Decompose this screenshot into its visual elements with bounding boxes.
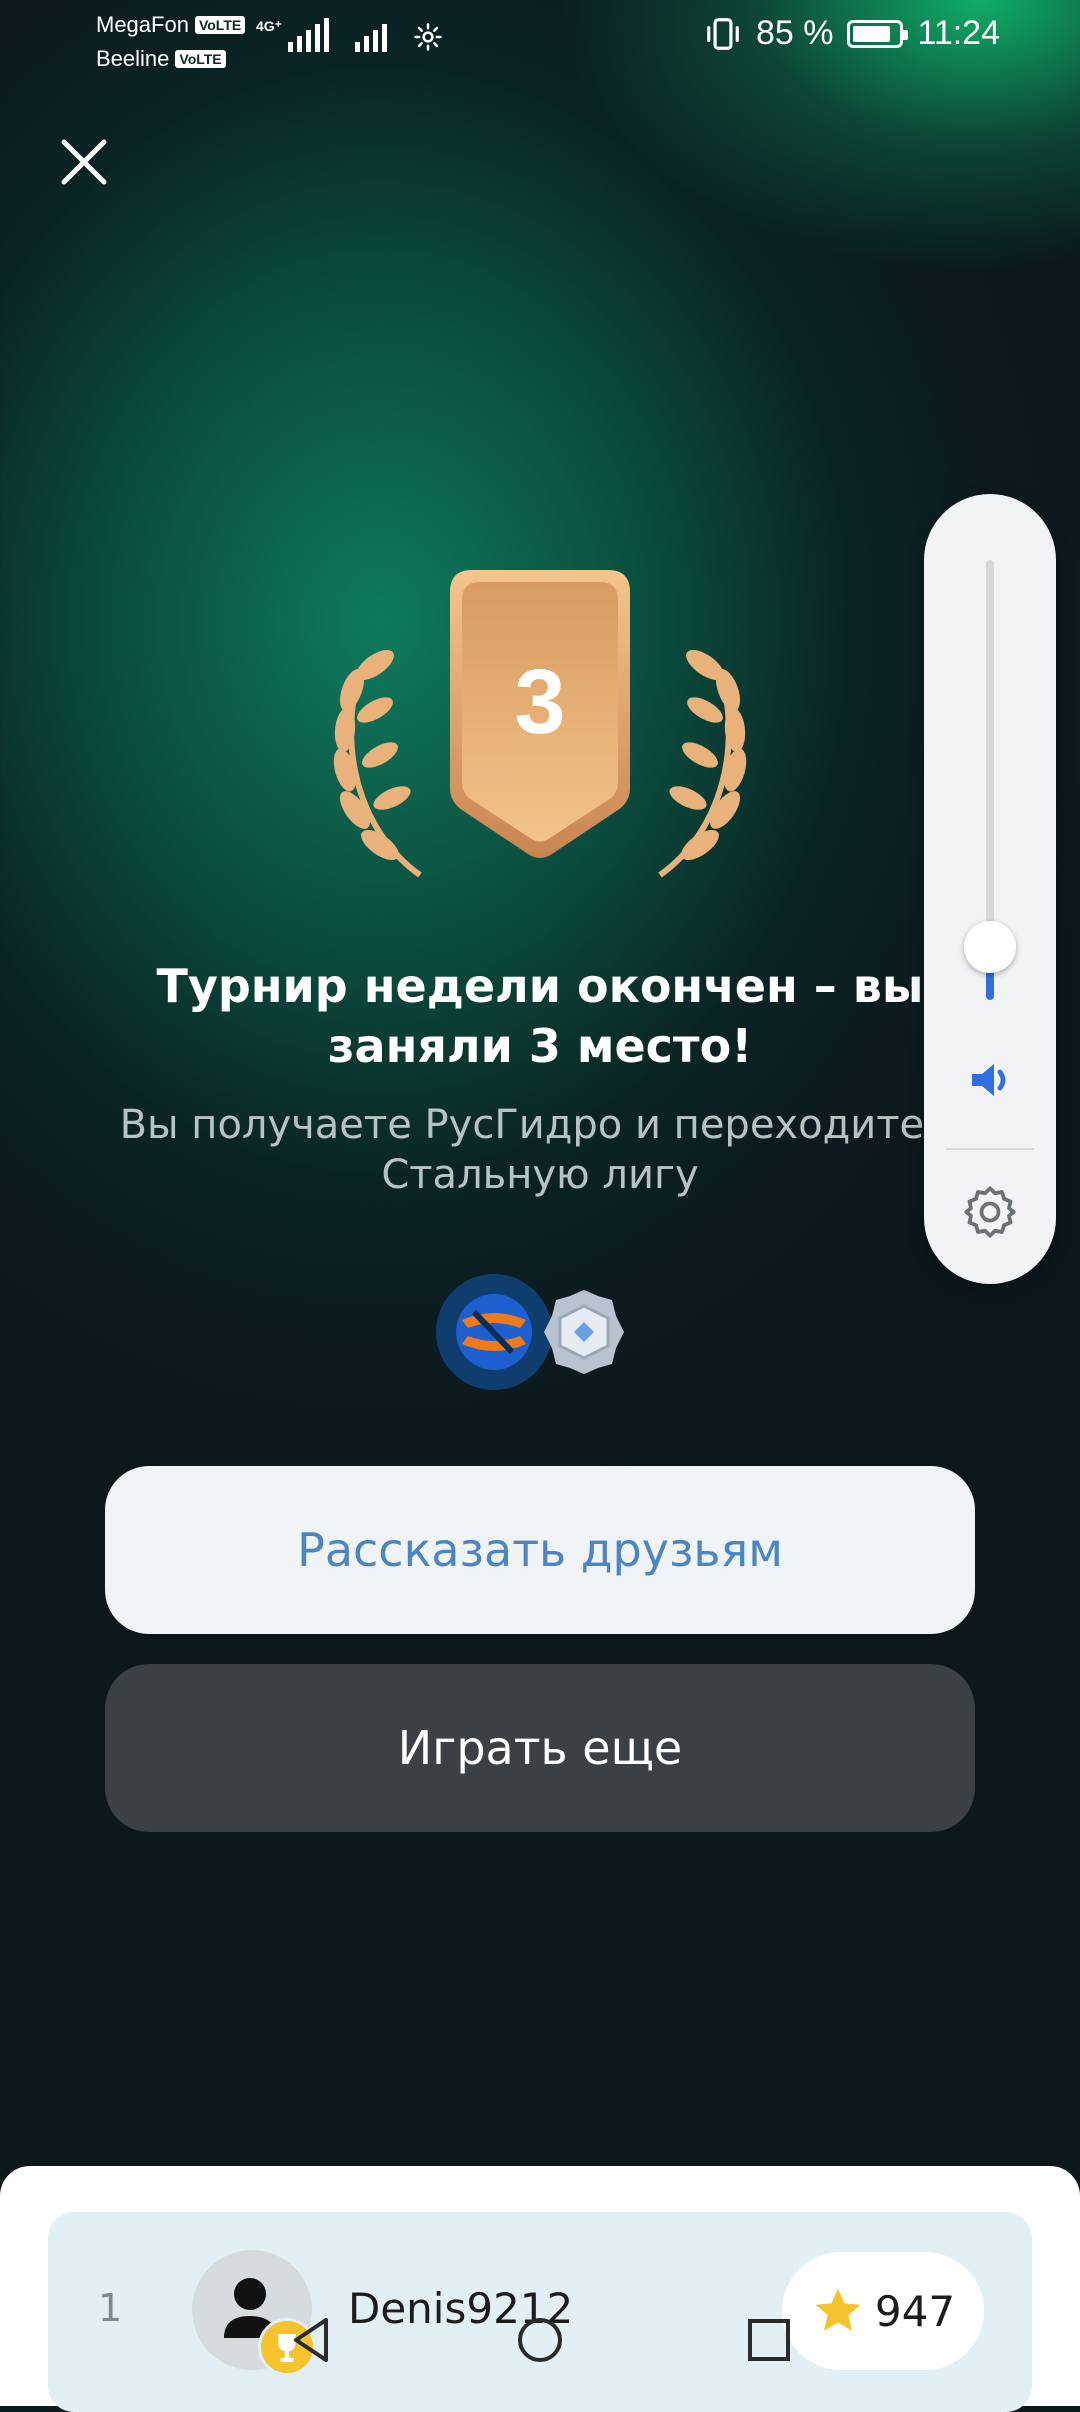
carrier-1: MegaFon VoLTE (96, 8, 246, 42)
vibrate-icon (707, 17, 739, 50)
carrier-2: Beeline VoLTE (96, 42, 245, 76)
score-pill: 947 (782, 2252, 984, 2370)
status-bar: MegaFon VoLTE Beeline VoLTE 4G⁺ 85 % 11:… (0, 0, 1080, 80)
trophy-badge-icon (258, 2318, 316, 2376)
settings-status-icon (414, 23, 442, 51)
result-title: Турнир недели окончен – вы заняли 3 мест… (156, 959, 924, 1073)
place-number: 3 (514, 651, 566, 753)
divider (946, 1148, 1034, 1150)
volte-badge: VoLTE (194, 16, 246, 34)
signal-1-icon: 4G⁺ (256, 18, 330, 52)
volume-slider-handle[interactable] (964, 921, 1016, 973)
reward-icons (436, 1274, 624, 1390)
clock: 11:24 (917, 14, 1000, 52)
network-type: 4G⁺ (256, 18, 283, 34)
volume-panel (924, 494, 1056, 1284)
play-again-button[interactable]: Играть еще (105, 1664, 975, 1832)
carrier-2-name: Beeline (96, 46, 170, 71)
laurel-right (658, 649, 747, 878)
leaderboard-username: Denis9212 (348, 2284, 574, 2333)
laurel-left (333, 649, 422, 878)
carrier-1-name: MegaFon (96, 12, 189, 37)
share-with-friends-button[interactable]: Рассказать друзьям (105, 1466, 975, 1634)
star-icon (815, 2288, 861, 2331)
result-subtitle: Вы получаете РусГидро и переходите в Ста… (119, 1102, 961, 1198)
score-value: 947 (874, 2286, 956, 2336)
volte-badge: VoLTE (175, 50, 226, 68)
steel-league-badge-icon (544, 1290, 624, 1374)
signal-indicators: 4G⁺ (256, 18, 443, 52)
battery-percent: 85 % (755, 14, 834, 52)
leaderboard-rank: 1 (98, 2286, 123, 2330)
close-icon[interactable] (58, 136, 110, 188)
rushydro-logo-icon (436, 1274, 552, 1390)
signal-2-icon (355, 18, 388, 52)
speaker-icon[interactable] (966, 1056, 1014, 1104)
gear-icon[interactable] (960, 1182, 1020, 1242)
battery-icon (847, 19, 909, 48)
carriers: MegaFon VoLTE Beeline VoLTE (96, 8, 246, 76)
status-right: 85 % 11:24 (704, 14, 1000, 53)
